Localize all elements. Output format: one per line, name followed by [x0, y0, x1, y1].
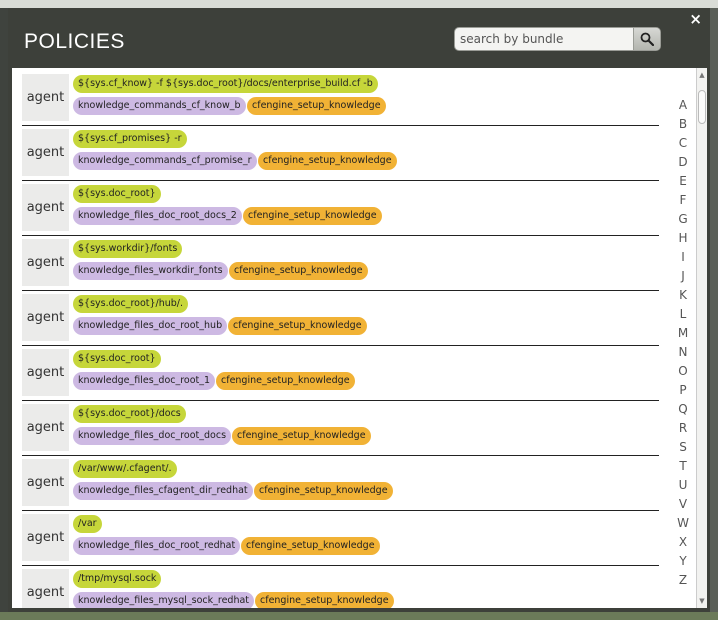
- bundle-pill[interactable]: cfengine_setup_knowledge: [243, 207, 382, 225]
- alphabet-letter[interactable]: B: [668, 115, 698, 134]
- bundle-pill[interactable]: cfengine_setup_knowledge: [247, 97, 386, 115]
- promiser-pill[interactable]: ${sys.doc_root}/docs: [73, 405, 186, 423]
- magnifier-icon: [640, 32, 654, 46]
- promiser-pill[interactable]: /var: [73, 515, 102, 533]
- policy-row[interactable]: agent ${sys.workdir}/fonts knowledge_files…: [22, 237, 659, 291]
- policies-dialog: × POLICIES agent${sys.cf_know} -f ${sys.…: [8, 8, 710, 612]
- policy-list-panel: agent ${sys.cf_know} -f ${sys.doc_root}/d…: [12, 68, 706, 608]
- scroll-thumb[interactable]: [698, 90, 706, 124]
- alphabet-index: ABCDEFGHIJKLMNOPQRSTUVWXYZ: [668, 96, 698, 590]
- policy-type-label: agent: [22, 129, 69, 176]
- promise-handle-pill[interactable]: knowledge_files_doc_root_hub: [73, 317, 228, 335]
- policy-type-label: agent: [22, 74, 69, 121]
- alphabet-letter[interactable]: J: [668, 267, 698, 286]
- alphabet-letter[interactable]: Z: [668, 571, 698, 590]
- promise-handle-pill[interactable]: knowledge_files_cfagent_dir_redhat: [73, 482, 253, 500]
- alphabet-letter[interactable]: D: [668, 153, 698, 172]
- policy-row[interactable]: agent/tmp/mysql.sock knowledge_files_mysq…: [22, 567, 659, 608]
- bundle-pill[interactable]: cfengine_setup_knowledge: [228, 317, 367, 335]
- alphabet-letter[interactable]: X: [668, 533, 698, 552]
- alphabet-letter[interactable]: F: [668, 191, 698, 210]
- alphabet-letter[interactable]: H: [668, 229, 698, 248]
- policy-row[interactable]: agent ${sys.doc_root}/docs knowledge_files…: [22, 402, 659, 456]
- promiser-pill[interactable]: ${sys.cf_know} -f ${sys.doc_root}/docs/e…: [73, 75, 378, 93]
- promise-handle-pill[interactable]: knowledge_commands_cf_promise_r: [73, 152, 257, 170]
- promise-handle-pill[interactable]: knowledge_files_doc_root_1: [73, 372, 216, 390]
- promise-handle-pill[interactable]: knowledge_files_mysql_sock_redhat: [73, 592, 255, 608]
- policy-type-label: agent: [22, 349, 69, 396]
- policy-row[interactable]: agent ${sys.doc_root} knowledge_files_doc_…: [22, 347, 659, 401]
- alphabet-letter[interactable]: L: [668, 305, 698, 324]
- policy-list: agent ${sys.cf_know} -f ${sys.doc_root}/d…: [22, 72, 659, 608]
- scrollbar[interactable]: ▲ ▼: [696, 68, 707, 608]
- promiser-pill[interactable]: /tmp/mysql.sock: [73, 570, 162, 588]
- alphabet-letter[interactable]: U: [668, 476, 698, 495]
- promise-handle-pill[interactable]: knowledge_files_workdir_fonts: [73, 262, 228, 280]
- bundle-pill[interactable]: cfengine_setup_knowledge: [255, 592, 394, 608]
- alphabet-letter[interactable]: A: [668, 96, 698, 115]
- promise-handle-pill[interactable]: knowledge_files_doc_root_docs_2: [73, 207, 242, 225]
- policy-type-label: agent: [22, 294, 69, 341]
- alphabet-letter[interactable]: K: [668, 286, 698, 305]
- promiser-pill[interactable]: ${sys.doc_root}/hub/.: [73, 295, 189, 313]
- alphabet-letter[interactable]: T: [668, 457, 698, 476]
- search-box: [454, 27, 661, 51]
- alphabet-letter[interactable]: P: [668, 381, 698, 400]
- alphabet-letter[interactable]: I: [668, 248, 698, 267]
- dialog-title: POLICIES: [24, 30, 125, 53]
- background-page-top: [0, 0, 718, 8]
- policy-type-label: agent: [22, 404, 69, 451]
- policy-type-label: agent: [22, 459, 69, 506]
- bundle-pill[interactable]: cfengine_setup_knowledge: [254, 482, 393, 500]
- promise-handle-pill[interactable]: knowledge_files_doc_root_docs: [73, 427, 232, 445]
- bundle-pill[interactable]: cfengine_setup_knowledge: [229, 262, 368, 280]
- promiser-pill[interactable]: ${sys.doc_root}: [73, 350, 161, 368]
- bundle-pill[interactable]: cfengine_setup_knowledge: [241, 537, 380, 555]
- scroll-up-icon[interactable]: ▲: [698, 70, 706, 80]
- close-icon[interactable]: ×: [689, 10, 702, 28]
- policy-row[interactable]: agent/var knowledge_files_doc_root_redhat…: [22, 512, 659, 566]
- alphabet-letter[interactable]: E: [668, 172, 698, 191]
- policy-row[interactable]: agent ${sys.doc_root} knowledge_files_doc_…: [22, 182, 659, 236]
- background-page-left: [0, 8, 8, 620]
- policy-type-label: agent: [22, 514, 69, 561]
- promiser-pill[interactable]: /var/www/.cfagent/.: [73, 460, 177, 478]
- alphabet-letter[interactable]: W: [668, 514, 698, 533]
- alphabet-letter[interactable]: R: [668, 419, 698, 438]
- policy-row[interactable]: agent ${sys.cf_promises} -r knowledge_comm…: [22, 127, 659, 181]
- promiser-pill[interactable]: ${sys.cf_promises} -r: [73, 130, 187, 148]
- policy-row[interactable]: agent ${sys.doc_root}/hub/. knowledge_file…: [22, 292, 659, 346]
- alphabet-letter[interactable]: G: [668, 210, 698, 229]
- alphabet-letter[interactable]: N: [668, 343, 698, 362]
- alphabet-letter[interactable]: C: [668, 134, 698, 153]
- bundle-pill[interactable]: cfengine_setup_knowledge: [232, 427, 371, 445]
- alphabet-letter[interactable]: V: [668, 495, 698, 514]
- promiser-pill[interactable]: ${sys.doc_root}: [73, 185, 161, 203]
- alphabet-letter[interactable]: O: [668, 362, 698, 381]
- policy-type-label: agent: [22, 239, 69, 286]
- alphabet-letter[interactable]: Q: [668, 400, 698, 419]
- bundle-pill[interactable]: cfengine_setup_knowledge: [216, 372, 355, 390]
- bundle-pill[interactable]: cfengine_setup_knowledge: [258, 152, 397, 170]
- alphabet-letter[interactable]: M: [668, 324, 698, 343]
- promise-handle-pill[interactable]: knowledge_files_doc_root_redhat: [73, 537, 241, 555]
- scroll-down-icon[interactable]: ▼: [698, 596, 706, 606]
- policy-type-label: agent: [22, 184, 69, 231]
- promiser-pill[interactable]: ${sys.workdir}/fonts: [73, 240, 183, 258]
- promise-handle-pill[interactable]: knowledge_commands_cf_know_b: [73, 97, 246, 115]
- alphabet-letter[interactable]: S: [668, 438, 698, 457]
- search-input[interactable]: [455, 28, 635, 50]
- search-button[interactable]: [633, 28, 660, 50]
- policy-row[interactable]: agent ${sys.cf_know} -f ${sys.doc_root}/d…: [22, 72, 659, 126]
- policy-type-label: agent: [22, 569, 69, 608]
- policy-row[interactable]: agent/var/www/.cfagent/. knowledge_files_…: [22, 457, 659, 511]
- background-page-bottom: [0, 612, 718, 620]
- alphabet-letter[interactable]: Y: [668, 552, 698, 571]
